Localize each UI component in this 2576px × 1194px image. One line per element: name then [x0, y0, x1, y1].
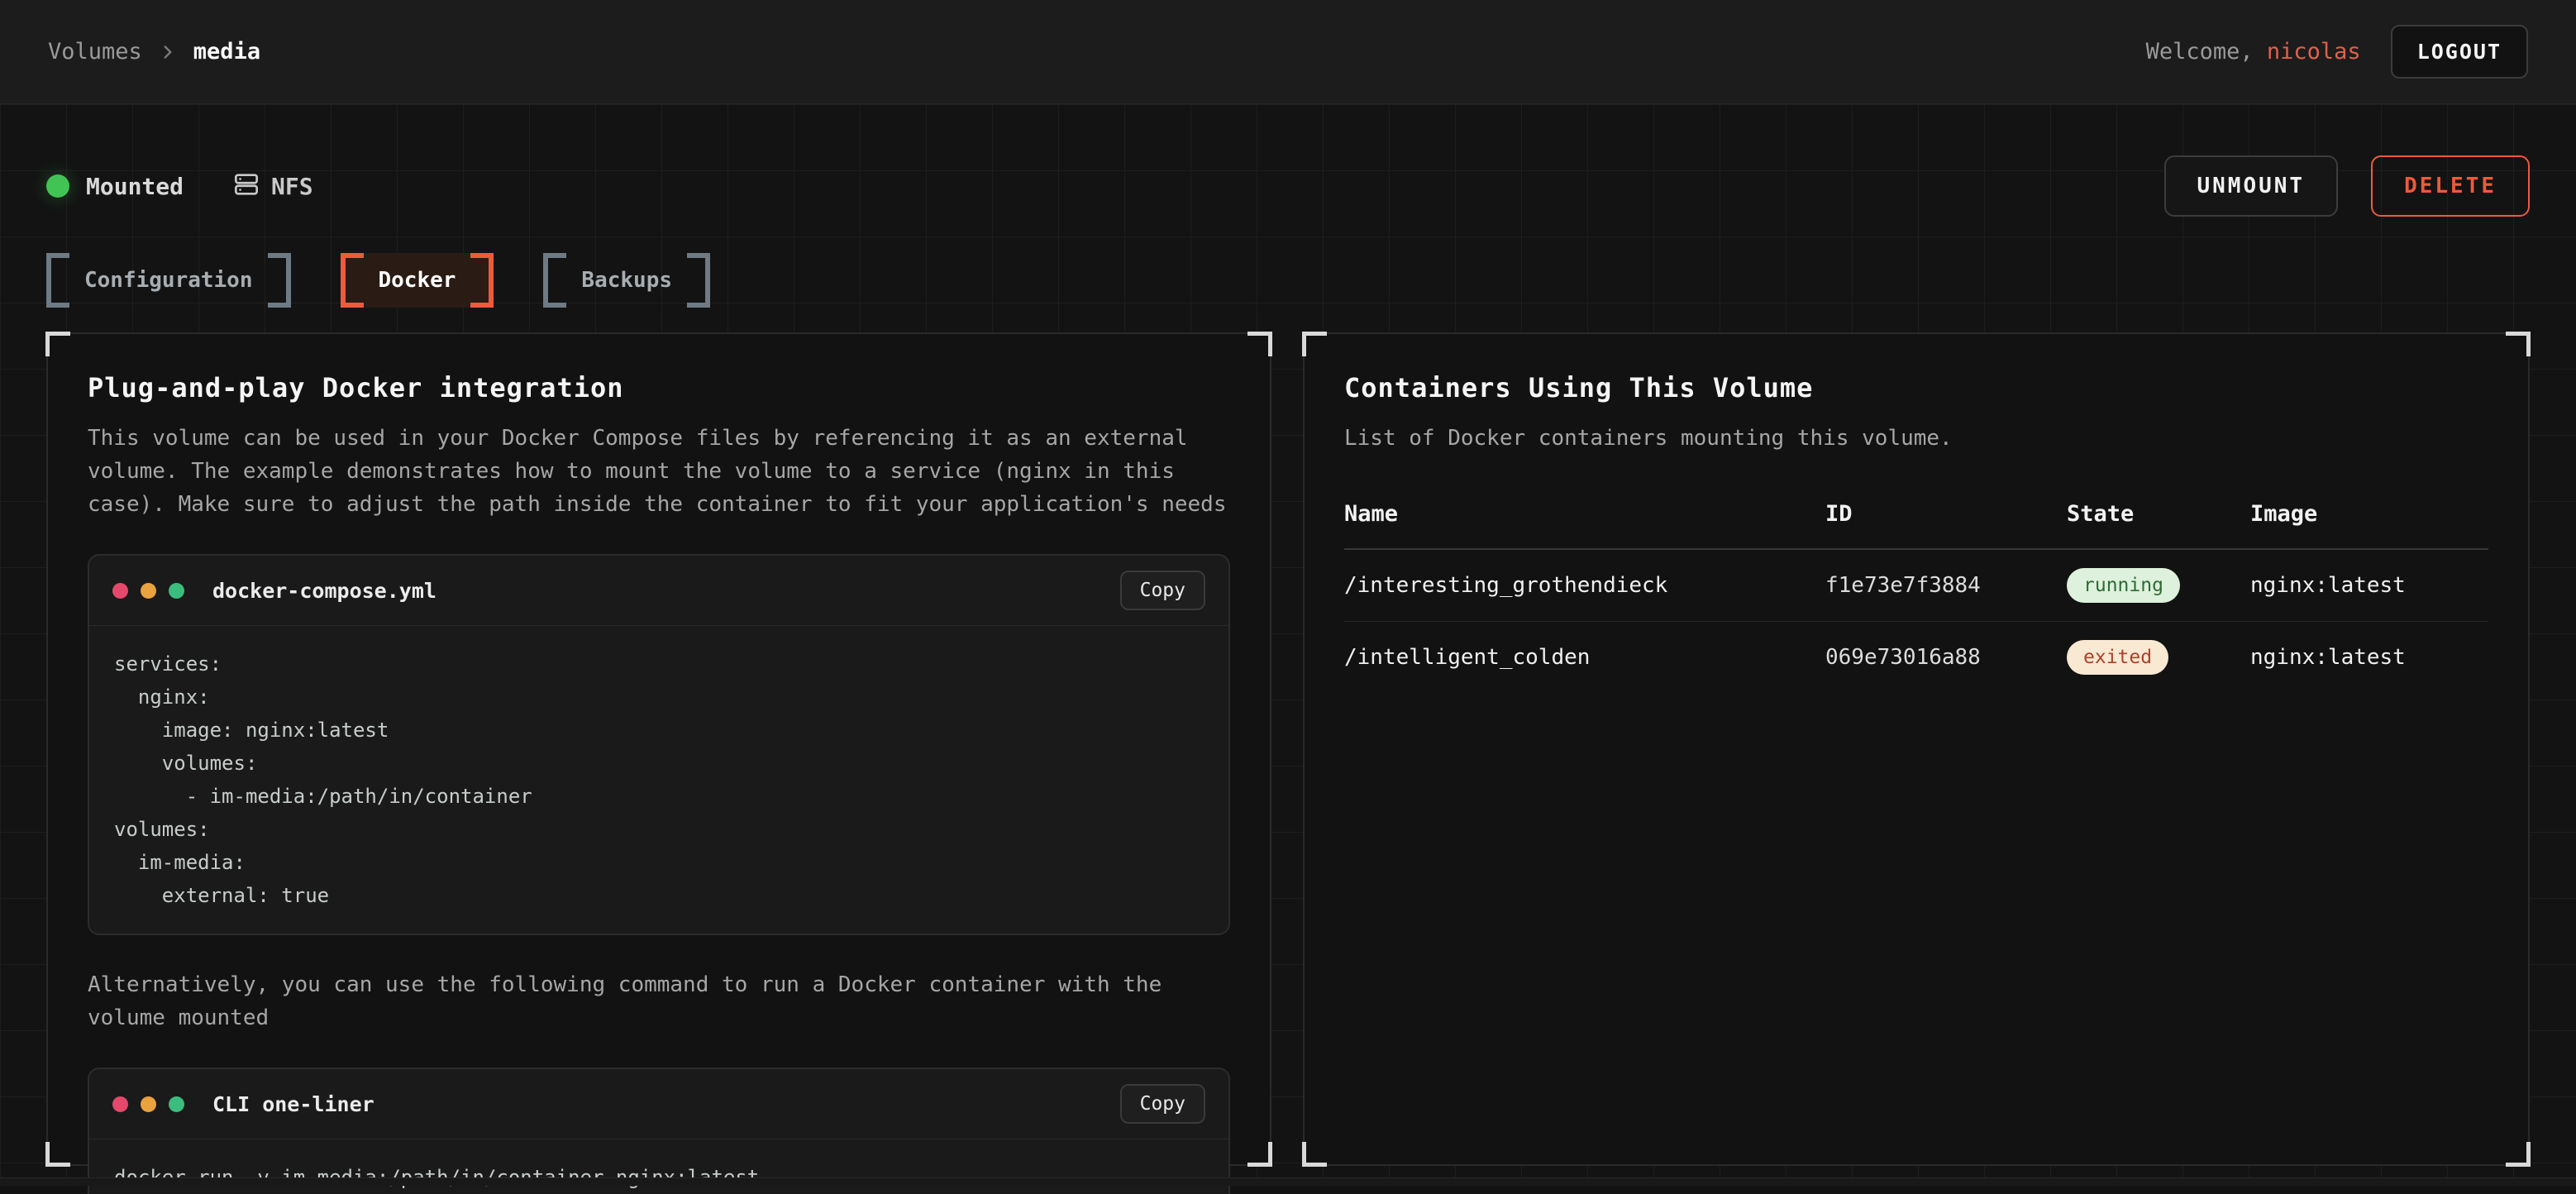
containers-panel-subtitle: List of Docker containers mounting this …: [1344, 422, 2488, 455]
volume-driver-label: NFS: [271, 173, 313, 200]
window-control-icons: [112, 1096, 184, 1112]
compose-code: services: nginx: image: nginx:latest vol…: [89, 625, 1228, 934]
logout-button[interactable]: LOGOUT: [2391, 25, 2528, 79]
panel-corner-bracket: [1302, 1142, 1327, 1167]
unmount-button[interactable]: UNMOUNT: [2164, 155, 2339, 217]
volume-tabs: Configuration Docker Backups: [46, 253, 2530, 308]
window-close-icon: [112, 1096, 128, 1112]
window-close-icon: [112, 583, 128, 599]
breadcrumb-volumes-link[interactable]: Volumes: [48, 39, 142, 64]
panel-corner-bracket: [2506, 332, 2531, 356]
window-control-icons: [112, 583, 184, 599]
tab-configuration-label: Configuration: [84, 268, 253, 293]
window-minimize-icon: [141, 583, 156, 599]
panel-corner-bracket: [2506, 1142, 2531, 1167]
volume-status-bar: Mounted NFS UNMOUNT DELETE: [46, 104, 2530, 217]
bottom-edge-strip: [0, 1177, 2576, 1186]
username: nicolas: [2267, 39, 2361, 64]
panel-corner-bracket: [45, 1142, 70, 1167]
mounted-status-label: Mounted: [86, 173, 184, 200]
containers-table-header: Name ID State Image: [1344, 501, 2488, 550]
tab-docker-label: Docker: [379, 268, 456, 293]
docker-integration-panel: Plug-and-play Docker integration This vo…: [46, 332, 1271, 1166]
panel-corner-bracket: [1247, 1142, 1272, 1167]
panel-corner-bracket: [1247, 332, 1272, 356]
cli-intro-text: Alternatively, you can use the following…: [88, 968, 1230, 1034]
window-minimize-icon: [141, 1096, 156, 1112]
container-name: /intelligent_colden: [1344, 645, 1825, 670]
status-badge: exited: [2067, 640, 2168, 675]
main-content: Mounted NFS UNMOUNT DELETE Configuration: [0, 104, 2576, 1186]
tab-configuration[interactable]: Configuration: [46, 253, 291, 308]
compose-code-block: docker-compose.yml Copy services: nginx:…: [88, 554, 1230, 935]
table-row: /intelligent_colden 069e73016a88 exited …: [1344, 622, 2488, 693]
tab-docker[interactable]: Docker: [341, 253, 494, 308]
compose-filename: docker-compose.yml: [212, 579, 436, 603]
column-header-id: ID: [1825, 501, 2067, 527]
container-image: nginx:latest: [2250, 573, 2488, 598]
containers-table: Name ID State Image /interesting_grothen…: [1344, 501, 2488, 693]
container-id: 069e73016a88: [1825, 645, 2067, 670]
welcome-text: Welcome, nicolas: [2146, 39, 2361, 64]
column-header-state: State: [2067, 501, 2250, 527]
column-header-name: Name: [1344, 501, 1825, 527]
panel-corner-bracket: [45, 332, 70, 356]
delete-button[interactable]: DELETE: [2371, 155, 2530, 217]
container-image: nginx:latest: [2250, 645, 2488, 670]
container-id: f1e73e7f3884: [1825, 573, 2067, 598]
cli-code-block: CLI one-liner Copy docker run -v im-medi…: [88, 1067, 1230, 1194]
docker-panel-description: This volume can be used in your Docker C…: [88, 422, 1230, 521]
docker-panel-title: Plug-and-play Docker integration: [88, 372, 1230, 404]
panel-corner-bracket: [1302, 332, 1327, 356]
top-bar: Volumes media Welcome, nicolas LOGOUT: [0, 0, 2576, 104]
copy-cli-button[interactable]: Copy: [1120, 1084, 1205, 1124]
column-header-image: Image: [2250, 501, 2488, 527]
window-maximize-icon: [169, 583, 184, 599]
server-icon: [233, 171, 260, 201]
breadcrumb: Volumes media: [48, 39, 260, 64]
chevron-right-icon: [157, 41, 179, 63]
tab-backups[interactable]: Backups: [543, 253, 710, 308]
window-maximize-icon: [169, 1096, 184, 1112]
containers-panel: Containers Using This Volume List of Doc…: [1303, 332, 2530, 1166]
containers-panel-title: Containers Using This Volume: [1344, 372, 2488, 404]
mounted-status-dot: [46, 174, 69, 198]
cli-block-title: CLI one-liner: [212, 1092, 374, 1116]
container-name: /interesting_grothendieck: [1344, 573, 1825, 598]
table-row: /interesting_grothendieck f1e73e7f3884 r…: [1344, 550, 2488, 622]
status-badge: running: [2067, 568, 2180, 603]
copy-compose-button[interactable]: Copy: [1120, 571, 1205, 610]
breadcrumb-current-volume: media: [193, 39, 260, 64]
tab-backups-label: Backups: [581, 268, 672, 293]
